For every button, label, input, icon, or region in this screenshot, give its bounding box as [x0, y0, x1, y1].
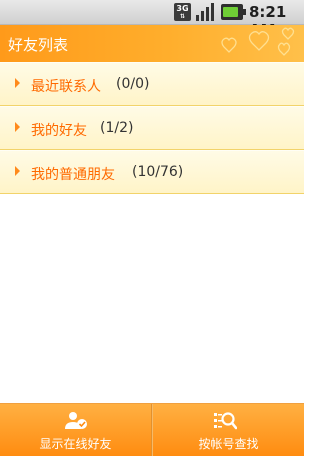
search-account-icon [214, 412, 237, 430]
online-friends-icon [65, 412, 87, 429]
search-by-account-button[interactable]: 按帐号查找 [153, 404, 304, 456]
network-type-label: 3G [176, 4, 189, 13]
bottom-action-bar: 显示在线好友 按帐号查找 [0, 403, 304, 456]
group-item-my-friends[interactable]: 我的好友 (1/2) [0, 106, 304, 150]
page-title: 好友列表 [8, 36, 69, 54]
group-count: (0/0) [116, 76, 150, 92]
group-item-ordinary-friends[interactable]: 我的普通朋友 (10/76) [0, 150, 304, 194]
group-count: (10/76) [132, 164, 184, 180]
show-online-friends-label: 显示在线好友 [39, 437, 112, 451]
expand-arrow-icon [15, 122, 20, 132]
hearts-decoration-icon [221, 27, 295, 56]
expand-arrow-icon [15, 166, 20, 176]
group-label: 最近联系人 [31, 79, 101, 95]
search-by-account-label: 按帐号查找 [198, 437, 259, 451]
status-bar: 3G ⇅ 8:21 AM [0, 0, 304, 39]
group-label: 我的好友 [31, 123, 87, 139]
group-label: 我的普通朋友 [31, 167, 115, 183]
group-item-recent-contacts[interactable]: 最近联系人 (0/0) [0, 62, 304, 106]
group-count: (1/2) [100, 120, 134, 136]
friend-group-list: 最近联系人 (0/0) 我的好友 (1/2) 我的普通朋友 (10/76) [0, 62, 304, 194]
expand-arrow-icon [15, 78, 20, 88]
title-bar: 好友列表 [0, 25, 304, 62]
signal-strength-icon [196, 3, 216, 21]
data-arrows-icon: ⇅ [179, 13, 186, 20]
3g-data-icon: 3G ⇅ [174, 3, 191, 21]
show-online-friends-button[interactable]: 显示在线好友 [0, 404, 151, 456]
battery-charging-icon [221, 4, 246, 20]
